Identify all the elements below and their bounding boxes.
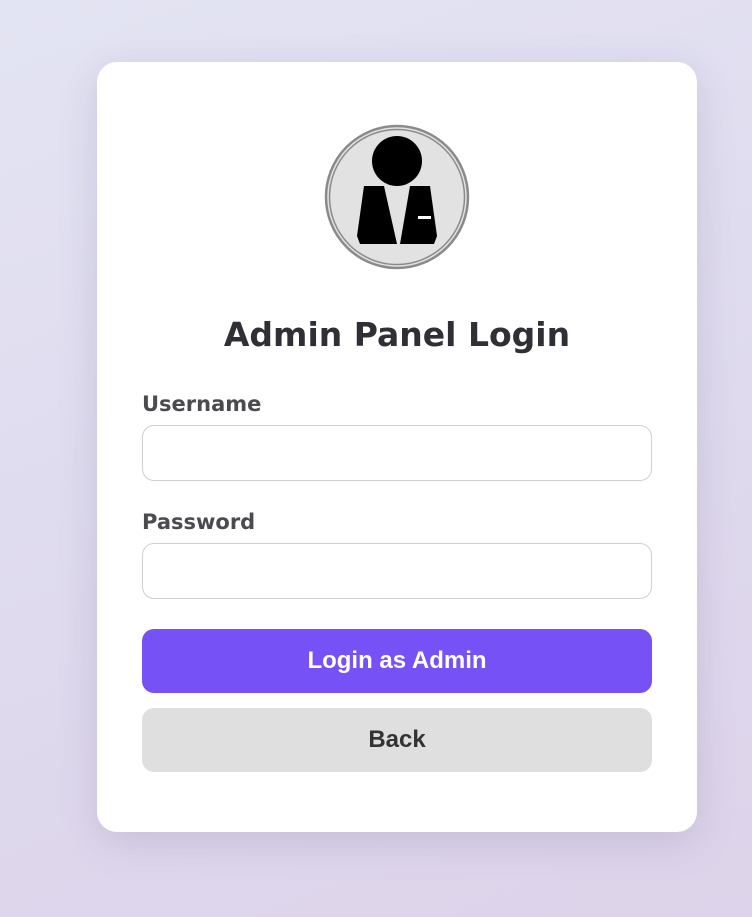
- admin-user-icon: [324, 124, 470, 270]
- login-button-label: Login as Admin: [307, 647, 487, 674]
- login-card: Admin Panel Login Username Password Logi…: [97, 62, 697, 832]
- back-button-label: Back: [368, 726, 426, 753]
- page-title: Admin Panel Login: [223, 315, 571, 354]
- password-label: Password: [142, 510, 256, 534]
- username-label: Username: [142, 392, 262, 416]
- back-button[interactable]: Back: [142, 708, 652, 772]
- password-input[interactable]: [142, 543, 652, 599]
- login-as-admin-button[interactable]: Login as Admin: [142, 629, 652, 693]
- username-input[interactable]: [142, 425, 652, 481]
- admin-avatar: [324, 124, 470, 270]
